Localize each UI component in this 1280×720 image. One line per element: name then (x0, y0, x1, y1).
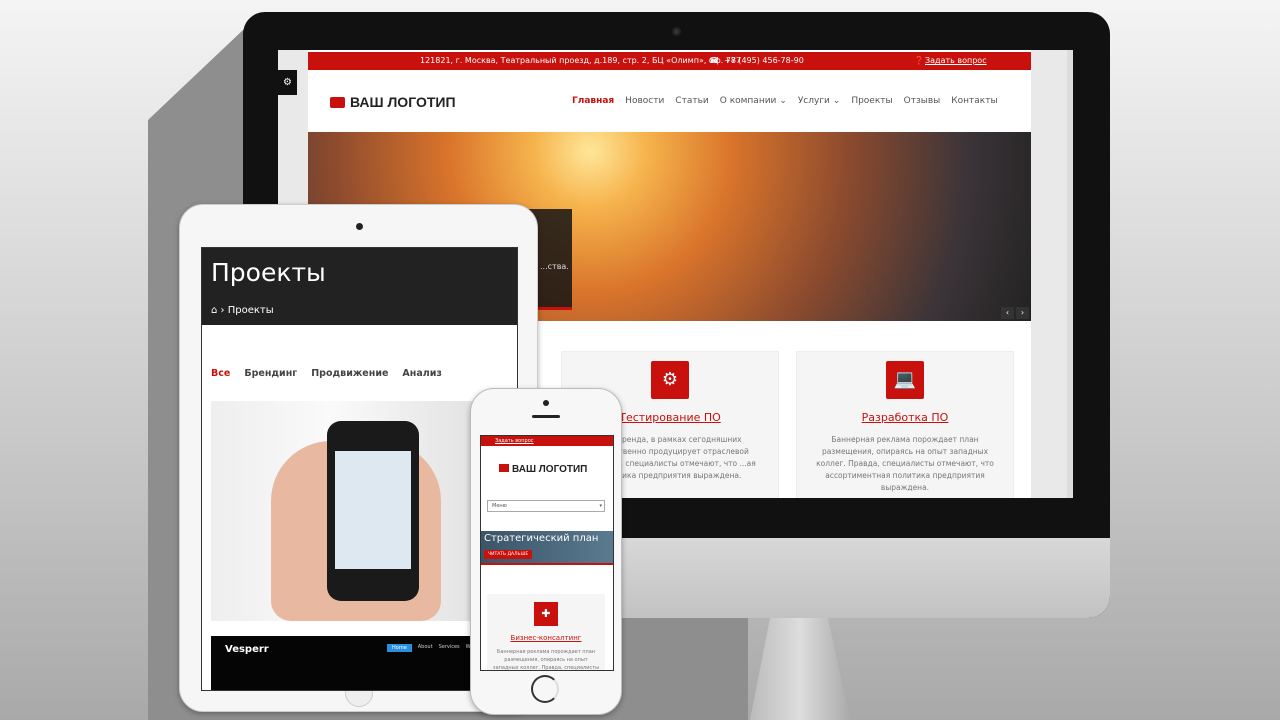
filter-tab[interactable]: Продвижение (311, 368, 388, 379)
phone-image (327, 421, 419, 601)
medkit-icon: ✚ (534, 602, 558, 626)
nav-item[interactable]: Контакты (951, 96, 997, 106)
project-image[interactable] (211, 401, 511, 621)
service-card: ✚ Бизнес-консалтинг Баннерная реклама по… (487, 594, 605, 671)
nav-item[interactable]: Отзывы (904, 96, 941, 106)
camera (672, 27, 681, 36)
banner: Стратегический план ЧИТАТЬ ДАЛЬШЕ (481, 531, 613, 565)
gears-icon: ⚙ (651, 361, 689, 399)
card-text: Баннерная реклама порождает план размеще… (492, 649, 600, 671)
vesperr-logo: Vesperr (225, 644, 269, 655)
nav-item[interactable]: О компании ⌄ (720, 96, 787, 106)
nav-item[interactable]: Проекты (851, 96, 892, 106)
ask-question-link[interactable]: Задать вопрос (925, 52, 987, 70)
loading-spinner-icon (531, 675, 559, 703)
card-text: Баннерная реклама порождает план размеще… (816, 435, 994, 492)
caption-text: ...ства. (540, 262, 569, 271)
filter-tab[interactable]: Все (211, 368, 230, 379)
top-bar: 121821, г. Москва, Театральный проезд, д… (308, 52, 1031, 70)
nav-item: Services (438, 644, 460, 650)
question-icon: ❓ (914, 56, 924, 65)
service-card: 💻 Разработка ПО Баннерная реклама порожд… (796, 351, 1014, 498)
logo-text: ВАШ ЛОГОТИП (350, 94, 456, 110)
nav-item[interactable]: Услуги ⌄ (798, 96, 841, 106)
project-image-vesperr[interactable]: Vesperr Home About Services Works (211, 636, 511, 690)
card-title[interactable]: Бизнес-консалтинг (487, 634, 605, 642)
card-title[interactable]: Разработка ПО (797, 411, 1013, 424)
phone-screen: Задать вопрос ВАШ ЛОГОТИП Меню Стратегич… (480, 435, 614, 671)
laptop-icon: 💻 (886, 361, 924, 399)
ask-question-link[interactable]: Задать вопрос (481, 436, 613, 446)
nav-item[interactable]: Новости (625, 96, 664, 106)
nav-item: About (417, 644, 433, 650)
phone-icon: ☎ (709, 56, 719, 65)
phone-device: Задать вопрос ВАШ ЛОГОТИП Меню Стратегич… (470, 388, 622, 715)
menu-select[interactable]: Меню (487, 500, 605, 512)
slider-arrows: ‹ › (1001, 307, 1029, 319)
banner-title: Стратегический план (484, 533, 599, 544)
page-title: Проекты (211, 258, 326, 287)
logo-text: ВАШ ЛОГОТИП (512, 464, 588, 475)
imac-stand (750, 618, 850, 720)
page-header: Проекты ⌂ › Проекты (202, 248, 517, 325)
logo[interactable]: ВАШ ЛОГОТИП (330, 94, 456, 110)
logo[interactable]: ВАШ ЛОГОТИП (499, 464, 587, 475)
next-arrow-icon[interactable]: › (1016, 307, 1029, 319)
nav-item[interactable]: Статьи (675, 96, 708, 106)
home-icon[interactable]: ⌂ (211, 305, 217, 316)
nav-item[interactable]: Главная (572, 96, 614, 106)
vesperr-nav: Home About Services Works (387, 644, 481, 652)
camera (356, 223, 363, 230)
briefcase-icon (499, 464, 509, 472)
filter-tab[interactable]: Анализ (402, 368, 441, 379)
breadcrumb-item: Проекты (227, 305, 274, 316)
read-more-button[interactable]: ЧИТАТЬ ДАЛЬШЕ (484, 550, 533, 559)
camera (543, 400, 549, 406)
header: ВАШ ЛОГОТИП Главная Новости Статьи О ком… (308, 70, 1031, 132)
main-nav: Главная Новости Статьи О компании ⌄ Услу… (572, 96, 998, 106)
filter-tab[interactable]: Брендинг (244, 368, 297, 379)
breadcrumb: ⌂ › Проекты (211, 305, 274, 316)
scrollbar[interactable] (1067, 50, 1073, 498)
settings-gear-icon[interactable]: ⚙ (278, 70, 297, 95)
address: 121821, г. Москва, Театральный проезд, д… (420, 56, 742, 65)
phone-number: +7 (495) 456-78-90 (724, 56, 804, 65)
briefcase-icon (330, 97, 345, 108)
nav-item: Home (387, 644, 412, 652)
prev-arrow-icon[interactable]: ‹ (1001, 307, 1014, 319)
project-filters: Все Брендинг Продвижение Анализ (211, 368, 442, 379)
speaker (532, 415, 560, 418)
